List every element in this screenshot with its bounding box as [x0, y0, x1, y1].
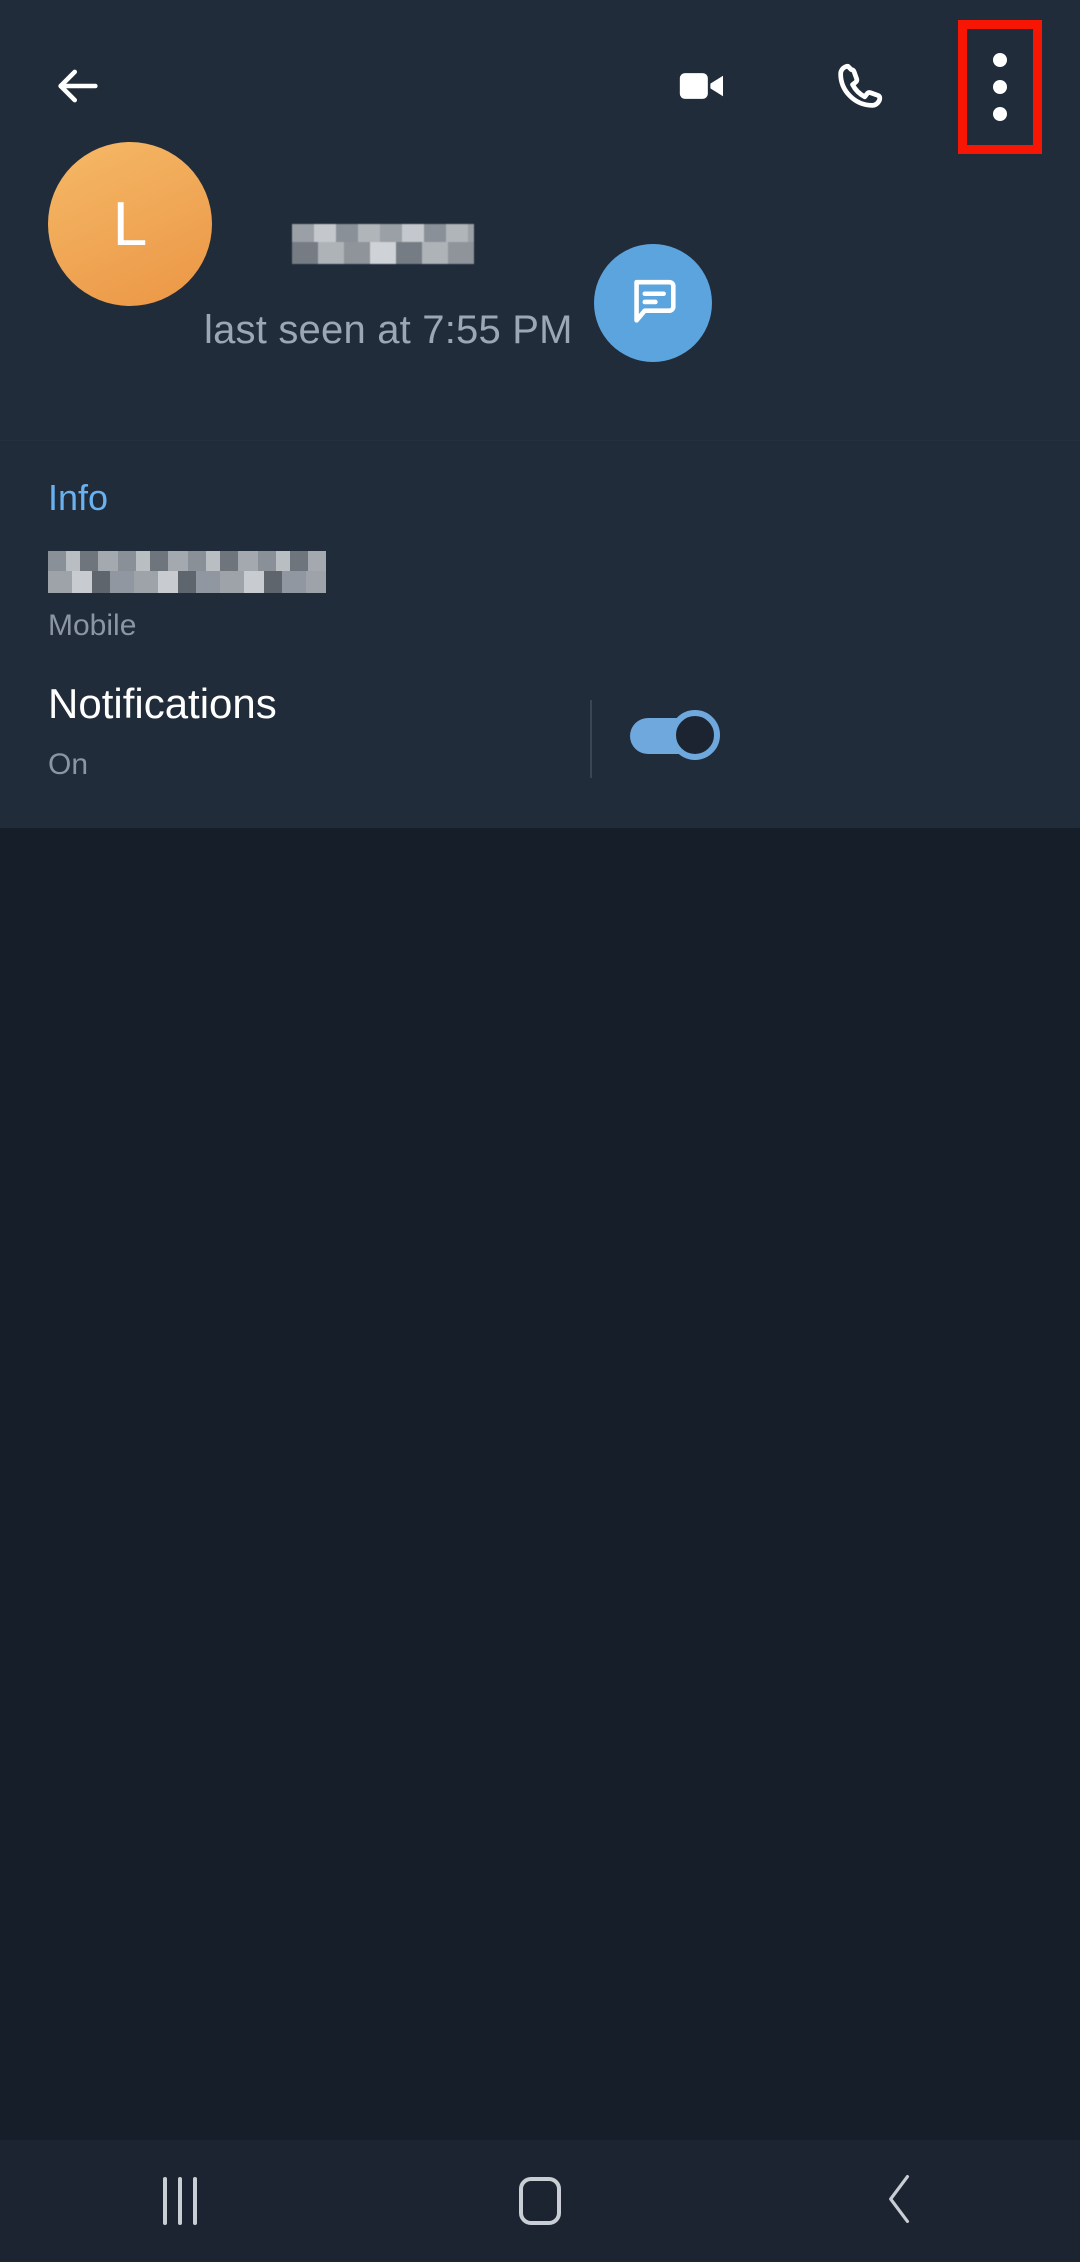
notifications-label: Notifications	[48, 680, 277, 727]
recents-icon	[163, 2177, 197, 2225]
avatar[interactable]: L	[48, 142, 212, 306]
phone-icon	[833, 59, 887, 118]
app-bar	[0, 0, 1080, 172]
notifications-row[interactable]: Notifications On	[0, 652, 1080, 828]
phone-number-redacted[interactable]	[48, 551, 326, 593]
voice-call-button[interactable]	[818, 46, 902, 130]
contact-info-screen: L last seen at 7:55 PM Info Mobile Notif…	[0, 0, 1080, 2262]
message-icon	[624, 272, 682, 335]
profile-header: L last seen at 7:55 PM	[0, 142, 1080, 440]
contact-name-redacted	[292, 224, 474, 264]
back-chevron-icon	[877, 2171, 923, 2232]
back-button[interactable]	[36, 46, 120, 130]
more-vertical-icon	[993, 53, 1007, 121]
notifications-toggle[interactable]	[630, 710, 720, 760]
info-section: Info Mobile	[0, 440, 1080, 652]
video-camera-icon	[674, 58, 730, 119]
avatar-letter: L	[112, 189, 148, 259]
empty-content-area	[0, 828, 1080, 2140]
video-call-button[interactable]	[660, 46, 744, 130]
info-section-title: Info	[48, 477, 109, 518]
nav-recents-button[interactable]	[0, 2140, 360, 2262]
message-fab[interactable]	[594, 244, 712, 362]
overflow-menu-button[interactable]	[958, 20, 1042, 154]
notifications-divider	[590, 700, 592, 778]
last-seen-status: last seen at 7:55 PM	[204, 308, 573, 352]
phone-type-label: Mobile	[48, 609, 137, 642]
notifications-value: On	[48, 748, 89, 781]
home-icon	[519, 2177, 561, 2225]
system-navigation-bar	[0, 2140, 1080, 2262]
toggle-thumb	[670, 710, 720, 760]
arrow-left-icon	[52, 60, 104, 117]
nav-home-button[interactable]	[360, 2140, 720, 2262]
nav-back-button[interactable]	[720, 2140, 1080, 2262]
